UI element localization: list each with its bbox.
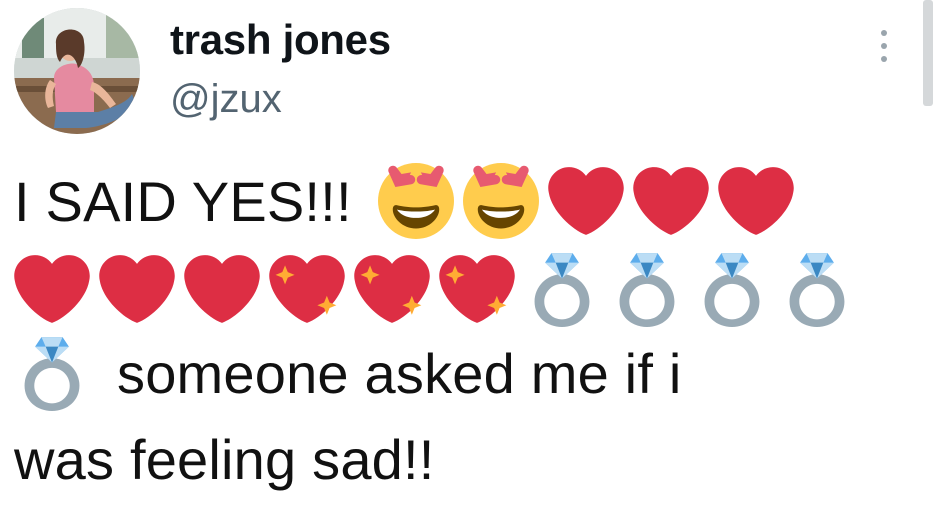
red-heart-emoji-icon: [633, 163, 709, 239]
red-heart-emoji-icon: [14, 251, 90, 327]
red-heart-emoji-icon: [718, 163, 794, 239]
heart-eyes-emoji-icon: [378, 163, 454, 239]
scrollbar[interactable]: [923, 0, 933, 106]
ring-emoji-icon: [14, 335, 90, 411]
sparkling-heart-emoji-icon: [439, 251, 515, 327]
sparkling-heart-emoji-icon: [269, 251, 345, 327]
tweet-text-line: I SAID YES!!!: [14, 158, 803, 244]
sparkling-heart-emoji-icon: [354, 251, 430, 327]
ring-emoji-icon: [779, 251, 855, 327]
red-heart-emoji-icon: [548, 163, 624, 239]
display-name[interactable]: trash jones: [170, 14, 391, 66]
profile-photo: [14, 8, 140, 134]
tweet-text: was feeling sad!!: [14, 427, 435, 491]
red-heart-emoji-icon: [184, 251, 260, 327]
tweet-card: trash jones @jzux I SAID YES!!! someone …: [0, 0, 933, 518]
tweet-text: someone asked me if i: [117, 341, 682, 405]
more-options-dot: [881, 43, 887, 49]
tweet-text-line: someone asked me if i: [14, 330, 681, 416]
user-handle[interactable]: @jzux: [170, 74, 282, 124]
tweet-emoji-line: [14, 246, 864, 332]
tweet-text-line: was feeling sad!!: [14, 416, 435, 502]
more-options-icon[interactable]: [872, 26, 896, 66]
more-options-dot: [881, 30, 887, 36]
heart-eyes-emoji-icon: [463, 163, 539, 239]
red-heart-emoji-icon: [99, 251, 175, 327]
tweet-text: I SAID YES!!!: [14, 169, 352, 233]
more-options-dot: [881, 56, 887, 62]
avatar[interactable]: [14, 8, 140, 134]
ring-emoji-icon: [694, 251, 770, 327]
ring-emoji-icon: [609, 251, 685, 327]
ring-emoji-icon: [524, 251, 600, 327]
